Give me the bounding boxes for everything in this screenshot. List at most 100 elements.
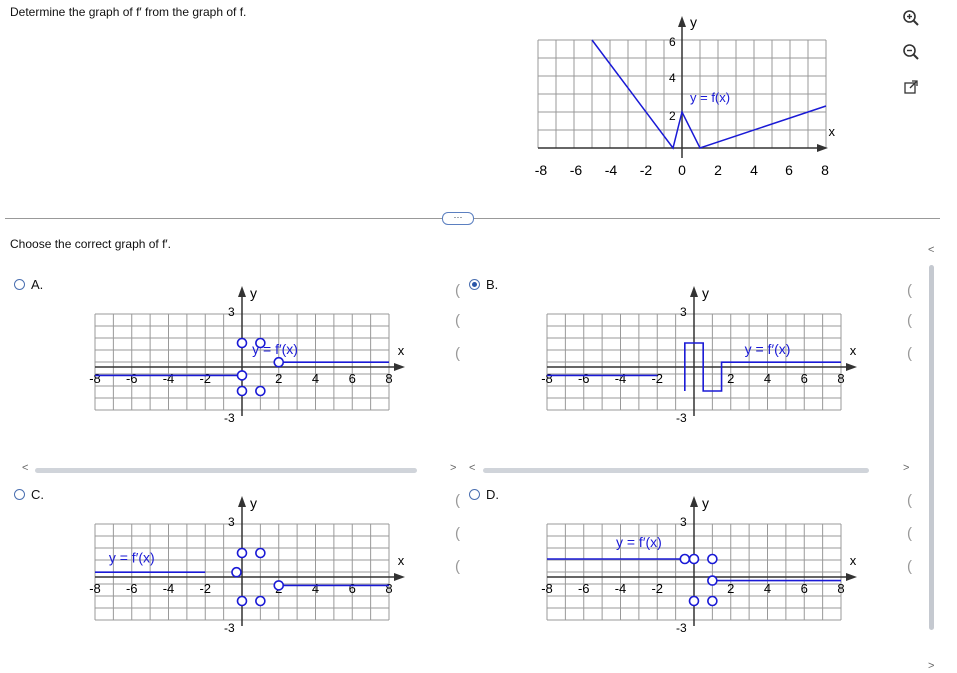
x-tick: -4 xyxy=(615,371,627,386)
curve-label: y = f′(x) xyxy=(109,550,155,566)
option-d-radio[interactable] xyxy=(469,489,480,500)
bracket-decoration: ( xyxy=(907,558,912,575)
x-tick: 8 xyxy=(385,581,392,596)
scroll-right-icon[interactable]: > xyxy=(450,462,456,474)
bracket-decoration: ( xyxy=(455,558,460,575)
x-tick: -4 xyxy=(605,162,618,178)
open-endpoint xyxy=(707,575,718,586)
y-tick-top: 3 xyxy=(228,515,235,529)
open-new-window-icon[interactable] xyxy=(900,76,922,98)
x-tick: -2 xyxy=(199,581,211,596)
y-axis-arrow xyxy=(238,496,246,507)
open-endpoint xyxy=(236,385,248,397)
x-tick: -8 xyxy=(541,371,553,386)
bracket-decoration: ( xyxy=(455,525,460,542)
option-a-letter: A. xyxy=(31,277,44,292)
x-tick: 6 xyxy=(785,162,793,178)
open-endpoint xyxy=(255,385,266,397)
scroll-right-icon[interactable]: > xyxy=(903,462,909,474)
option-d-letter: D. xyxy=(486,487,499,502)
x-tick: 6 xyxy=(801,371,808,386)
bracket-decoration: ( xyxy=(907,345,912,362)
y-tick-bottom: -3 xyxy=(676,411,687,425)
option-c-graph[interactable]: yx3-3-8-6-4-22468y = f′(x) xyxy=(85,492,415,642)
y-tick-2: 2 xyxy=(669,109,676,123)
option-b[interactable]: B. xyxy=(469,277,498,292)
x-tick: -8 xyxy=(89,371,101,386)
option-b-letter: B. xyxy=(486,277,499,292)
x-axis-arrow xyxy=(394,573,405,581)
option-c-radio[interactable] xyxy=(14,489,25,500)
subquestion-text: Choose the correct graph of f′. xyxy=(10,237,172,251)
y-tick-4: 4 xyxy=(669,71,676,85)
x-tick: 8 xyxy=(821,162,829,178)
x-tick: -4 xyxy=(163,371,175,386)
bracket-decoration: ( xyxy=(907,492,912,509)
open-endpoint xyxy=(273,356,285,368)
option-a-graph[interactable]: y x 3 -3 -8 -6 -4 -2 2 4 6 8 y = f′(x) xyxy=(85,282,415,432)
x-tick: 6 xyxy=(349,371,356,386)
y-axis-label: y xyxy=(250,495,257,511)
x-tick: -6 xyxy=(570,162,583,178)
scroll-down-icon[interactable]: > xyxy=(928,660,934,672)
option-a[interactable]: A. xyxy=(14,277,43,292)
x-tick: -8 xyxy=(541,581,553,596)
x-axis-label: x xyxy=(398,343,405,358)
x-axis-label: x xyxy=(398,553,405,568)
x-axis-label: x xyxy=(850,343,857,358)
option-b-graph[interactable]: y x 3 -3 -8 -6 -4 -2 2 4 6 8 y = f′(x) xyxy=(537,282,867,432)
open-endpoint xyxy=(679,553,691,565)
x-axis-arrow xyxy=(846,573,857,581)
x-tick: 4 xyxy=(312,581,319,596)
x-tick: 2 xyxy=(727,581,734,596)
bracket-decoration: ( xyxy=(455,492,460,509)
x-tick: 4 xyxy=(764,581,771,596)
open-endpoint xyxy=(707,595,718,607)
x-tick: -4 xyxy=(615,581,627,596)
option-c[interactable]: C. xyxy=(14,487,44,502)
scroll-up-icon[interactable]: < xyxy=(928,244,934,256)
option-d-graph[interactable]: y x 3 -3 -8 -6 -4 -2 2 4 6 8 y = f′(x) xyxy=(537,492,867,642)
x-axis-arrow xyxy=(846,363,857,371)
zoom-in-icon[interactable] xyxy=(900,7,922,29)
y-axis-label: y xyxy=(690,14,697,30)
y-tick-bottom: -3 xyxy=(224,621,235,635)
open-endpoint xyxy=(688,553,700,565)
zoom-out-icon[interactable] xyxy=(900,41,922,63)
x-tick: 0 xyxy=(678,162,686,178)
y-tick-bottom: -3 xyxy=(224,411,235,425)
bracket-decoration: ( xyxy=(455,312,460,329)
open-endpoint xyxy=(255,547,266,559)
open-endpoint xyxy=(273,580,285,591)
vertical-scrollbar[interactable] xyxy=(929,265,934,630)
x-tick: -6 xyxy=(126,581,138,596)
scroll-left-icon[interactable]: < xyxy=(469,462,475,474)
bracket-decoration: ( xyxy=(907,312,912,329)
x-tick: -6 xyxy=(578,371,590,386)
open-endpoint xyxy=(231,566,242,578)
bracket-decoration: ( xyxy=(907,525,912,542)
option-a-radio[interactable] xyxy=(14,279,25,290)
x-tick: 4 xyxy=(764,371,771,386)
horizontal-scrollbar[interactable] xyxy=(35,468,417,473)
x-tick: -6 xyxy=(578,581,590,596)
x-tick: 2 xyxy=(275,371,282,386)
x-tick: -6 xyxy=(126,371,138,386)
option-b-radio[interactable] xyxy=(469,279,480,290)
option-c-letter: C. xyxy=(31,487,44,502)
x-tick: 4 xyxy=(312,371,319,386)
x-tick: -4 xyxy=(163,581,175,596)
bracket-decoration: ( xyxy=(455,282,460,299)
curve-label: y = f′(x) xyxy=(745,341,791,357)
scroll-left-icon[interactable]: < xyxy=(22,462,28,474)
open-endpoint xyxy=(236,595,248,607)
option-d[interactable]: D. xyxy=(469,487,499,502)
y-axis-arrow xyxy=(678,16,686,27)
bracket-decoration: ( xyxy=(907,282,912,299)
x-tick: 2 xyxy=(714,162,722,178)
x-tick: 8 xyxy=(837,371,844,386)
more-button[interactable]: ··· xyxy=(442,212,474,225)
y-axis-label: y xyxy=(250,285,257,301)
x-axis-label: x xyxy=(850,553,857,568)
horizontal-scrollbar[interactable] xyxy=(483,468,869,473)
